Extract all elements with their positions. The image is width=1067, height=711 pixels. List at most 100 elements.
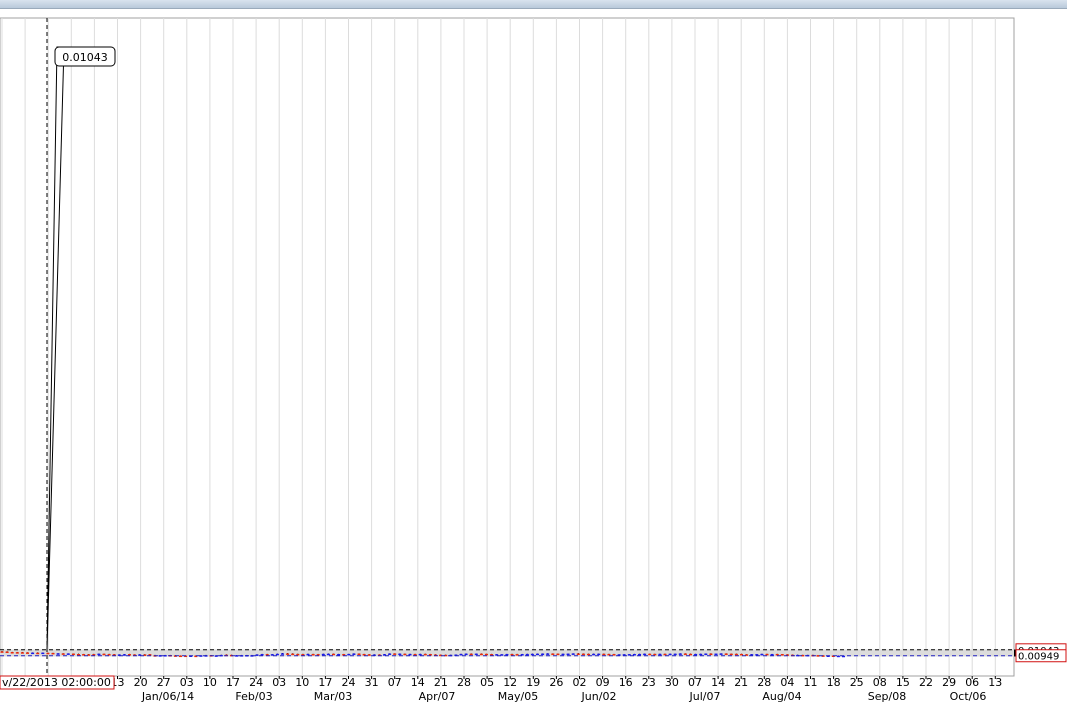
candle-body	[71, 653, 75, 656]
candle-body	[291, 653, 295, 656]
candle-body	[418, 653, 422, 656]
candle-body	[31, 652, 35, 655]
candle-body	[648, 653, 652, 656]
candle-body	[51, 652, 55, 655]
x-tick-label: 20	[134, 676, 148, 689]
x-tick-label: 19	[526, 676, 540, 689]
candle-body	[699, 653, 703, 656]
candle-body	[26, 652, 29, 654]
candle-body	[587, 653, 590, 656]
x-tick-label: 26	[549, 676, 563, 689]
candle-body	[367, 654, 371, 656]
candle-body	[729, 653, 733, 656]
x-tick-label: 28	[757, 676, 771, 689]
x-month-label: Jun/02	[581, 690, 617, 703]
candle-body	[357, 653, 361, 656]
candle-body	[571, 653, 575, 655]
candle-body	[122, 654, 126, 656]
x-month-label: May/05	[498, 690, 538, 703]
x-month-label: Oct/06	[950, 690, 987, 703]
candle-body	[479, 653, 483, 656]
x-tick-label: 04	[780, 676, 794, 689]
candle-body	[668, 653, 672, 656]
crosshair-date-marker-label: v/22/2013 02:00:00	[2, 676, 111, 689]
x-tick-label: 23	[642, 676, 656, 689]
candle-body	[683, 653, 687, 655]
candle-body	[388, 653, 392, 655]
candle-body	[332, 653, 335, 656]
candle-body	[393, 653, 397, 655]
x-month-label: Jan/06/14	[141, 690, 194, 703]
candle-body	[581, 653, 585, 656]
candle-body	[694, 653, 698, 656]
candle-body	[602, 653, 606, 656]
price-chart[interactable]: 0.009450.009500.009550.009600.009650.009…	[0, 0, 1067, 711]
time-axis[interactable]: 4Dec/02233006132027031017240310172431071…	[0, 676, 1002, 703]
x-tick-label: 31	[365, 676, 379, 689]
x-tick-label: 21	[734, 676, 748, 689]
x-tick-label: 03	[180, 676, 194, 689]
x-tick-label: 09	[596, 676, 610, 689]
candle-body	[20, 652, 24, 654]
candle-body	[673, 653, 677, 656]
x-tick-label: 02	[573, 676, 587, 689]
candle-body	[102, 653, 106, 656]
candle-body	[566, 653, 570, 656]
candle-body	[311, 653, 315, 656]
candle-body	[556, 653, 560, 656]
candle-body	[546, 653, 550, 655]
x-month-label: Feb/03	[235, 690, 272, 703]
x-month-label: Sep/08	[868, 690, 906, 703]
candle-body	[780, 654, 784, 656]
candle-body	[296, 653, 300, 656]
candle-body	[561, 653, 565, 656]
candle-body	[10, 652, 14, 654]
x-tick-label: 08	[873, 676, 887, 689]
candle-body	[740, 653, 743, 656]
candle-body	[541, 653, 545, 656]
candle-body	[689, 653, 692, 656]
candle-body	[678, 653, 682, 655]
candle-body	[760, 653, 764, 656]
candle-body	[306, 653, 310, 656]
x-tick-label: 24	[342, 676, 356, 689]
candle-body	[459, 653, 463, 656]
x-tick-label: 11	[804, 676, 818, 689]
candle-body	[474, 653, 478, 656]
candle-body	[536, 653, 539, 656]
plot-area[interactable]	[0, 17, 1015, 677]
candle-body	[551, 653, 555, 655]
candle-body	[326, 653, 330, 656]
candle-body	[36, 652, 40, 655]
x-tick-label: 15	[896, 676, 910, 689]
candle-body	[638, 653, 641, 656]
candle-body	[576, 653, 580, 655]
candle-body	[530, 653, 534, 656]
candle-body	[485, 653, 488, 656]
candle-body	[408, 653, 412, 656]
x-tick-label: 24	[249, 676, 263, 689]
x-tick-label: 29	[942, 676, 956, 689]
x-tick-label: 25	[850, 676, 864, 689]
candle-body	[179, 655, 182, 658]
x-tick-label: 14	[411, 676, 425, 689]
candle-body	[275, 653, 279, 656]
candle-body	[592, 653, 596, 656]
candle-body	[653, 653, 657, 656]
candle-body	[607, 653, 611, 656]
candle-body	[464, 653, 468, 656]
x-month-label: Apr/07	[419, 690, 456, 703]
x-tick-label: 22	[919, 676, 933, 689]
candle-body	[658, 653, 662, 656]
x-tick-label: 06	[965, 676, 979, 689]
x-tick-label: 18	[827, 676, 841, 689]
x-month-label: Aug/04	[762, 690, 801, 703]
x-tick-label: 28	[457, 676, 471, 689]
x-tick-label: 16	[619, 676, 633, 689]
candle-body	[286, 653, 290, 655]
candle-body	[403, 653, 407, 656]
x-tick-label: 05	[480, 676, 494, 689]
x-tick-label: 17	[226, 676, 240, 689]
crosshair-callout-value: 0.01043	[62, 51, 108, 64]
candle-body	[719, 653, 723, 655]
